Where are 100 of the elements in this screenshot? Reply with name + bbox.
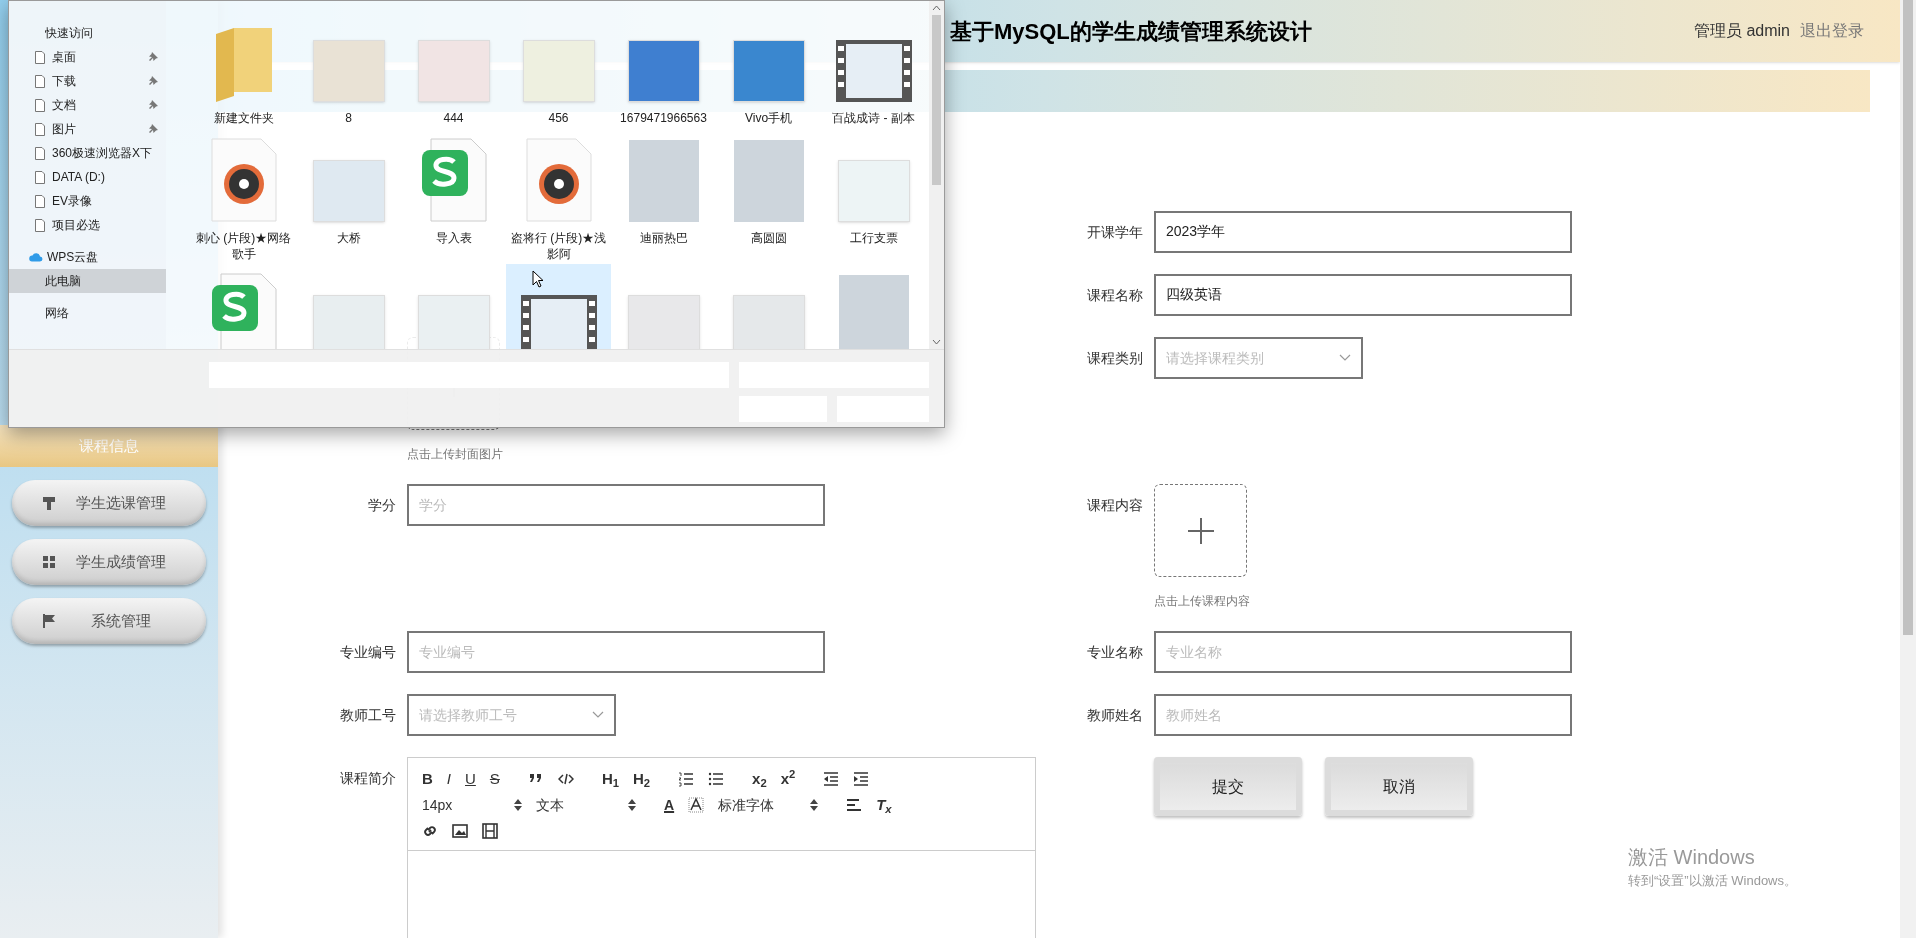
- file-icon: [35, 50, 45, 64]
- nav-item[interactable]: WPS云盘: [9, 245, 166, 269]
- file-item[interactable]: [506, 264, 611, 349]
- music-file-icon: [525, 138, 592, 222]
- heading-button[interactable]: H$_{1}$: [601, 767, 619, 791]
- script-button[interactable]: x$^{2}$: [780, 767, 796, 791]
- file-name: 迪丽热巴: [638, 230, 689, 246]
- input-field[interactable]: 教师姓名: [1154, 694, 1572, 736]
- file-item[interactable]: 444: [401, 9, 506, 129]
- bullet-list-icon[interactable]: [708, 771, 725, 787]
- up-down-arrows-icon: [628, 799, 636, 811]
- upload-hint: 点击上传课程内容: [1154, 593, 1250, 610]
- file-item[interactable]: Vivo手机: [716, 9, 821, 129]
- file-item[interactable]: 1679471966563: [611, 9, 716, 129]
- file-icon: [35, 98, 45, 112]
- file-item[interactable]: 8: [296, 9, 401, 129]
- user-label: 管理员 admin: [1693, 21, 1790, 41]
- file-item[interactable]: 新建文件夹: [191, 9, 296, 129]
- input-field[interactable]: 2023学年: [1154, 211, 1572, 253]
- flag-icon: [42, 614, 56, 628]
- input-field[interactable]: 四级英语: [1154, 274, 1572, 316]
- nav-item[interactable]: 文档: [9, 93, 166, 117]
- script-button[interactable]: x$_{2}$: [752, 767, 767, 791]
- nav-item[interactable]: 网络: [9, 301, 166, 325]
- file-name: 百战成诗 - 副本: [831, 110, 916, 126]
- scrollbar[interactable]: [1900, 0, 1916, 938]
- file-item[interactable]: 盗将行 (片段)★浅影阿: [506, 129, 611, 264]
- form-button[interactable]: 提交: [1154, 757, 1302, 816]
- nav-item[interactable]: 项目必选: [9, 213, 166, 237]
- nav-item[interactable]: EV录像: [9, 189, 166, 213]
- clean-button[interactable]: T$_{x}$: [876, 793, 892, 817]
- strike-button[interactable]: S: [489, 767, 500, 791]
- numbered-list-icon[interactable]: [678, 771, 695, 787]
- text-color-button[interactable]: A: [664, 794, 675, 816]
- form-button[interactable]: 取消: [1325, 757, 1473, 816]
- nav-item[interactable]: DATA (D:): [9, 165, 166, 189]
- field-label: 课程内容: [1087, 497, 1143, 513]
- underline-button[interactable]: U: [465, 767, 476, 791]
- scrollbar[interactable]: [929, 1, 944, 349]
- nav-item[interactable]: 图片: [9, 117, 166, 141]
- file-item[interactable]: 456: [506, 9, 611, 129]
- nav-item[interactable]: 下载: [9, 69, 166, 93]
- sidebar-item[interactable]: 学生选课管理: [12, 480, 206, 526]
- indent-icon[interactable]: [853, 771, 870, 787]
- file-item[interactable]: 大桥: [296, 129, 401, 264]
- field-label: 课程类别: [1087, 350, 1143, 366]
- file-name: Vivo手机: [743, 110, 794, 126]
- upload-box[interactable]: [1154, 484, 1247, 577]
- input-field[interactable]: 专业名称: [1154, 631, 1572, 673]
- film-icon[interactable]: [482, 823, 498, 839]
- nav-item[interactable]: 此电脑: [9, 269, 166, 293]
- sidebar-item[interactable]: 系统管理: [12, 598, 206, 644]
- activation-text: 转到“设置”以激活 Windows。: [1628, 872, 1797, 890]
- toolbar-dropdown[interactable]: 标准字体: [718, 794, 819, 816]
- file-name: 工行支票: [848, 230, 899, 246]
- highlight-icon[interactable]: [688, 797, 705, 813]
- heading-button[interactable]: H$_{2}$: [633, 767, 651, 791]
- field-label: 课程名称: [1087, 287, 1143, 303]
- file-name: 1679471966563: [619, 110, 708, 126]
- input-field[interactable]: 学分: [407, 484, 825, 526]
- chevron-down-icon: [1339, 354, 1351, 362]
- file-icon: [35, 218, 45, 232]
- field-label: 专业名称: [1087, 644, 1143, 660]
- field-label: 教师工号: [340, 707, 396, 723]
- outdent-icon[interactable]: [823, 771, 840, 787]
- chevron-down-icon: [932, 339, 941, 345]
- field-label: 专业编号: [340, 644, 396, 660]
- file-item[interactable]: 迪丽热巴: [611, 129, 716, 264]
- file-item[interactable]: 百战成诗 - 副本: [821, 9, 926, 129]
- file-name: 高圆圆: [749, 230, 788, 246]
- grid-icon: [42, 555, 56, 569]
- bold-button[interactable]: B: [422, 767, 433, 791]
- rich-text-editor[interactable]: B I U S H$_{1}$ H$_{2}$ x$_{2}$ x$^{2}$ 14px 文本 A 标准字体 T$_{x}$: [407, 757, 1036, 938]
- plus-icon: [1186, 516, 1215, 545]
- logout-link[interactable]: 退出登录: [1800, 19, 1864, 43]
- image-icon[interactable]: [452, 823, 468, 839]
- file-icon: [35, 74, 45, 88]
- file-name: 盗将行 (片段)★浅影阿: [509, 230, 608, 262]
- code-icon[interactable]: [557, 771, 574, 787]
- field-label: 课程简介: [340, 770, 396, 786]
- toolbar-dropdown[interactable]: 14px: [422, 794, 522, 816]
- nav-item[interactable]: 桌面: [9, 45, 166, 69]
- toolbar-dropdown[interactable]: 文本: [536, 794, 636, 816]
- nav-item[interactable]: 快速访问: [9, 21, 166, 45]
- nav-item[interactable]: 360极速浏览器X下: [9, 141, 166, 165]
- italic-button[interactable]: I: [446, 767, 451, 791]
- input-field[interactable]: 专业编号: [407, 631, 825, 673]
- upload-hint: 点击上传封面图片: [407, 446, 503, 463]
- up-down-arrows-icon: [810, 799, 819, 811]
- file-item[interactable]: 导入表: [401, 129, 506, 264]
- file-name: 456: [547, 110, 570, 126]
- file-item[interactable]: 高圆圆: [716, 129, 821, 264]
- file-name: 新建文件夹: [212, 110, 275, 126]
- file-name: 444: [442, 110, 465, 126]
- file-item[interactable]: 刺心 (片段)★网络歌手: [191, 129, 296, 264]
- file-name: 8: [344, 110, 353, 126]
- file-item[interactable]: 工行支票: [821, 129, 926, 264]
- link-icon[interactable]: [422, 823, 438, 839]
- align-left-icon[interactable]: [846, 797, 863, 813]
- sidebar-item[interactable]: 学生成绩管理: [12, 539, 206, 585]
